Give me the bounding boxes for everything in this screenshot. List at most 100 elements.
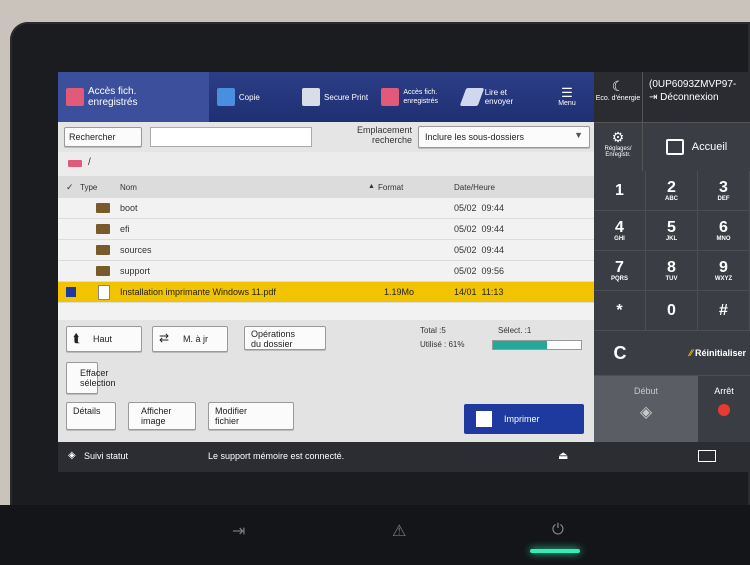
file-name: Installation imprimante Windows 11.pdf bbox=[120, 287, 276, 297]
path-row: / bbox=[58, 152, 594, 176]
table-row[interactable]: sources 05/02 09:44 bbox=[58, 240, 594, 261]
copy-icon bbox=[216, 88, 235, 106]
selected-count: Sélect. :1 bbox=[498, 326, 532, 335]
show-image-button[interactable]: Afficher image bbox=[128, 402, 196, 430]
up-button[interactable]: ⮬ Haut bbox=[66, 326, 142, 352]
sort-ascending-icon: ▲ bbox=[368, 183, 375, 190]
keypad-digit: 7 bbox=[615, 258, 624, 276]
keypad-key[interactable]: 6 MNO bbox=[698, 211, 750, 251]
search-location-dropdown[interactable]: Inclure les sous-dossiers ▼ bbox=[418, 126, 590, 148]
folder-icon bbox=[96, 266, 110, 276]
header-format[interactable]: Format bbox=[378, 183, 403, 192]
keypad-key[interactable]: 5 JKL bbox=[646, 211, 698, 251]
home-label: Accueil bbox=[691, 141, 728, 153]
secure-print-button[interactable]: Secure Print bbox=[296, 72, 377, 122]
file-date: 05/02 09:56 bbox=[454, 266, 505, 276]
file-name: efi bbox=[120, 224, 130, 234]
reset-button[interactable]: ⁄⁄ Réinitialiser bbox=[646, 348, 750, 358]
start-stop-row: Début ◈ Arrêt bbox=[594, 376, 750, 446]
keypad-digit: # bbox=[719, 301, 728, 319]
table-row[interactable]: Installation imprimante Windows 11.pdf 1.… bbox=[58, 282, 594, 303]
read-send-label: Lire et envoyer bbox=[484, 88, 514, 106]
current-path: / bbox=[88, 157, 91, 168]
search-button[interactable]: Rechercher bbox=[64, 127, 142, 147]
power-hardware-icon[interactable]: ⏻ bbox=[552, 521, 564, 538]
keypad-key[interactable]: 2 ABC bbox=[646, 171, 698, 211]
settings-button[interactable]: ⚙ Réglages/ Enregistr. bbox=[594, 123, 643, 171]
status-monitor-button[interactable]: Suivi statut bbox=[84, 451, 128, 461]
keypad-digit: 8 bbox=[667, 258, 676, 276]
keypad-key[interactable]: * bbox=[594, 291, 646, 331]
counter-icon[interactable] bbox=[698, 450, 716, 462]
folder-icon bbox=[96, 245, 110, 255]
header-date[interactable]: Date/Heure bbox=[454, 183, 495, 192]
keypad-digit: * bbox=[616, 301, 623, 319]
read-send-button[interactable]: Lire et envoyer bbox=[455, 72, 540, 122]
chevron-down-icon: ▼ bbox=[574, 130, 583, 140]
keypad-digit: 6 bbox=[719, 218, 728, 236]
details-button[interactable]: Détails bbox=[66, 402, 116, 430]
keypad-key[interactable]: 0 bbox=[646, 291, 698, 331]
header-type[interactable]: Type bbox=[80, 183, 97, 192]
copy-button[interactable]: Copie bbox=[209, 72, 296, 122]
table-row[interactable]: efi 05/02 09:44 bbox=[58, 219, 594, 240]
settings-label: Réglages/ Enregistr. bbox=[604, 146, 632, 158]
table-row[interactable]: boot 05/02 09:44 bbox=[58, 198, 594, 219]
start-icon: ◈ bbox=[639, 404, 653, 421]
folder-operations-button[interactable]: Opérations du dossier bbox=[244, 326, 326, 350]
power-led bbox=[530, 549, 580, 553]
search-row: Rechercher Emplacement recherche Inclure… bbox=[58, 122, 594, 152]
print-button[interactable]: Imprimer bbox=[464, 404, 584, 434]
search-location-label: Emplacement recherche bbox=[356, 125, 412, 145]
keypad-digit: 1 bbox=[615, 181, 624, 199]
keypad-key[interactable]: # bbox=[698, 291, 750, 331]
keypad-letters: GHI bbox=[614, 235, 625, 242]
menu-icon: ☰ bbox=[561, 85, 573, 100]
keypad-key[interactable]: 8 TUV bbox=[646, 251, 698, 291]
stored-files-icon bbox=[66, 88, 84, 106]
start-button[interactable]: Début ◈ bbox=[594, 376, 698, 446]
home-icon bbox=[665, 139, 684, 155]
clear-key[interactable]: C bbox=[594, 343, 646, 364]
keypad-letters: TUV bbox=[665, 275, 678, 282]
pdf-file-icon bbox=[98, 285, 110, 300]
keypad-letters: JKL bbox=[665, 235, 678, 242]
file-date: 05/02 09:44 bbox=[454, 203, 505, 213]
keypad-key[interactable]: 9 WXYZ bbox=[698, 251, 750, 291]
logout-icon: ⇥ bbox=[649, 92, 661, 103]
keypad-key[interactable]: 4 GHI bbox=[594, 211, 646, 251]
home-button[interactable]: Accueil bbox=[643, 123, 750, 171]
file-table: ✓ Type Nom ▲ Format Date/Heure boot 05/02… bbox=[58, 176, 594, 303]
keypad-key[interactable]: 3 DEF bbox=[698, 171, 750, 211]
memory-used: Utilisé : 61% bbox=[420, 340, 465, 349]
start-label: Début bbox=[633, 386, 659, 396]
keypad-letters: WXYZ bbox=[714, 275, 733, 282]
touch-screen: Accès fich. enregistrés Copie Secure Pri… bbox=[58, 72, 750, 472]
top-toolbar: Accès fich. enregistrés Copie Secure Pri… bbox=[58, 72, 594, 122]
clear-selection-label: Effacer sélection bbox=[80, 368, 116, 388]
search-input[interactable] bbox=[150, 127, 312, 147]
stored-files-small-button[interactable]: Accès fich. enregistrés bbox=[377, 72, 454, 122]
stop-label: Arrêt bbox=[714, 386, 734, 396]
total-count: Total :5 bbox=[420, 326, 446, 335]
header-name[interactable]: Nom bbox=[120, 183, 137, 192]
keypad-key[interactable]: 1 bbox=[594, 171, 646, 211]
eject-icon[interactable]: ⏏ bbox=[558, 449, 568, 462]
print-label: Imprimer bbox=[504, 414, 540, 424]
keypad-letters: PQRS bbox=[610, 275, 628, 282]
stop-button[interactable]: Arrêt bbox=[698, 376, 750, 446]
edit-file-button[interactable]: Modifier fichier bbox=[208, 402, 294, 430]
menu-button[interactable]: ☰ Menu bbox=[540, 72, 594, 122]
refresh-button[interactable]: ⇄ M. à jr bbox=[152, 326, 228, 352]
login-hardware-icon[interactable]: ⇥ bbox=[232, 521, 245, 541]
table-row[interactable]: support 05/02 09:56 bbox=[58, 261, 594, 282]
stored-files-button[interactable]: Accès fich. enregistrés bbox=[58, 72, 209, 122]
energy-saver-button[interactable]: ☾ Eco. d'énergie bbox=[594, 72, 643, 122]
warning-hardware-icon: ⚠ bbox=[392, 523, 407, 540]
keypad-letters: ABC bbox=[665, 195, 678, 202]
stored-files-small-label: Accès fich. enregistrés bbox=[403, 89, 438, 105]
file-date: 05/02 09:44 bbox=[454, 224, 505, 234]
file-format: 1.19Mo bbox=[384, 287, 415, 297]
keypad-key[interactable]: 7 PQRS bbox=[594, 251, 646, 291]
logout-button[interactable]: (0UP6093ZMVP97- ⇥ Déconnexion bbox=[643, 72, 750, 122]
